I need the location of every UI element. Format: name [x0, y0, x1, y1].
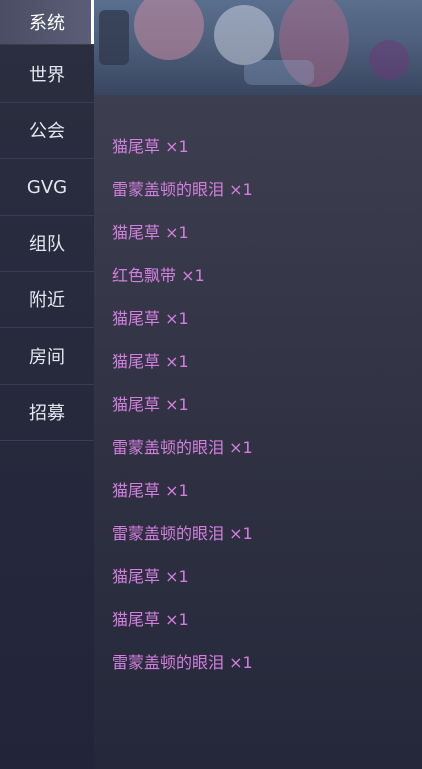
tab-gvg[interactable]: GVG [0, 159, 94, 216]
chat-message: 猫尾草 ×1 [112, 309, 189, 328]
tab-label: 公会 [29, 121, 65, 142]
chat-message: 猫尾草 ×1 [112, 223, 189, 242]
tab-label: GVG [26, 176, 68, 198]
chat-message: 雷蒙盖顿的眼泪 ×1 [112, 180, 253, 199]
chat-message: 红色飘带 ×1 [112, 266, 205, 285]
tab-guild[interactable]: 公会 [0, 102, 94, 159]
chat-message: 猫尾草 ×1 [112, 352, 189, 371]
tab-label: 世界 [29, 65, 65, 86]
tab-room[interactable]: 房间 [0, 328, 94, 385]
active-tab-indicator [91, 0, 94, 44]
tab-label: 系统 [29, 13, 65, 34]
chat-message: 雷蒙盖顿的眼泪 ×1 [112, 438, 253, 457]
chat-message: 雷蒙盖顿的眼泪 ×1 [112, 524, 253, 543]
channel-sidebar: 系统 世界 公会 GVG 组队 附近 房间 招募 [0, 0, 94, 769]
tab-recruit[interactable]: 招募 [0, 384, 94, 441]
tab-label: 招募 [29, 403, 65, 424]
tab-team[interactable]: 组队 [0, 215, 94, 272]
tab-label: 房间 [29, 347, 65, 368]
chat-message: 猫尾草 ×1 [112, 137, 189, 156]
chat-message: 猫尾草 ×1 [112, 567, 189, 586]
chat-message: 猫尾草 ×1 [112, 395, 189, 414]
tab-nearby[interactable]: 附近 [0, 271, 94, 328]
tab-label: 附近 [29, 290, 65, 311]
tab-world[interactable]: 世界 [0, 46, 94, 103]
chat-message: 雷蒙盖顿的眼泪 ×1 [112, 653, 253, 672]
tab-system[interactable]: 系统 [0, 0, 94, 45]
game-scene-background [94, 0, 422, 95]
chat-message: 猫尾草 ×1 [112, 481, 189, 500]
chat-message: 猫尾草 ×1 [112, 610, 189, 629]
tab-label: 组队 [29, 234, 65, 255]
